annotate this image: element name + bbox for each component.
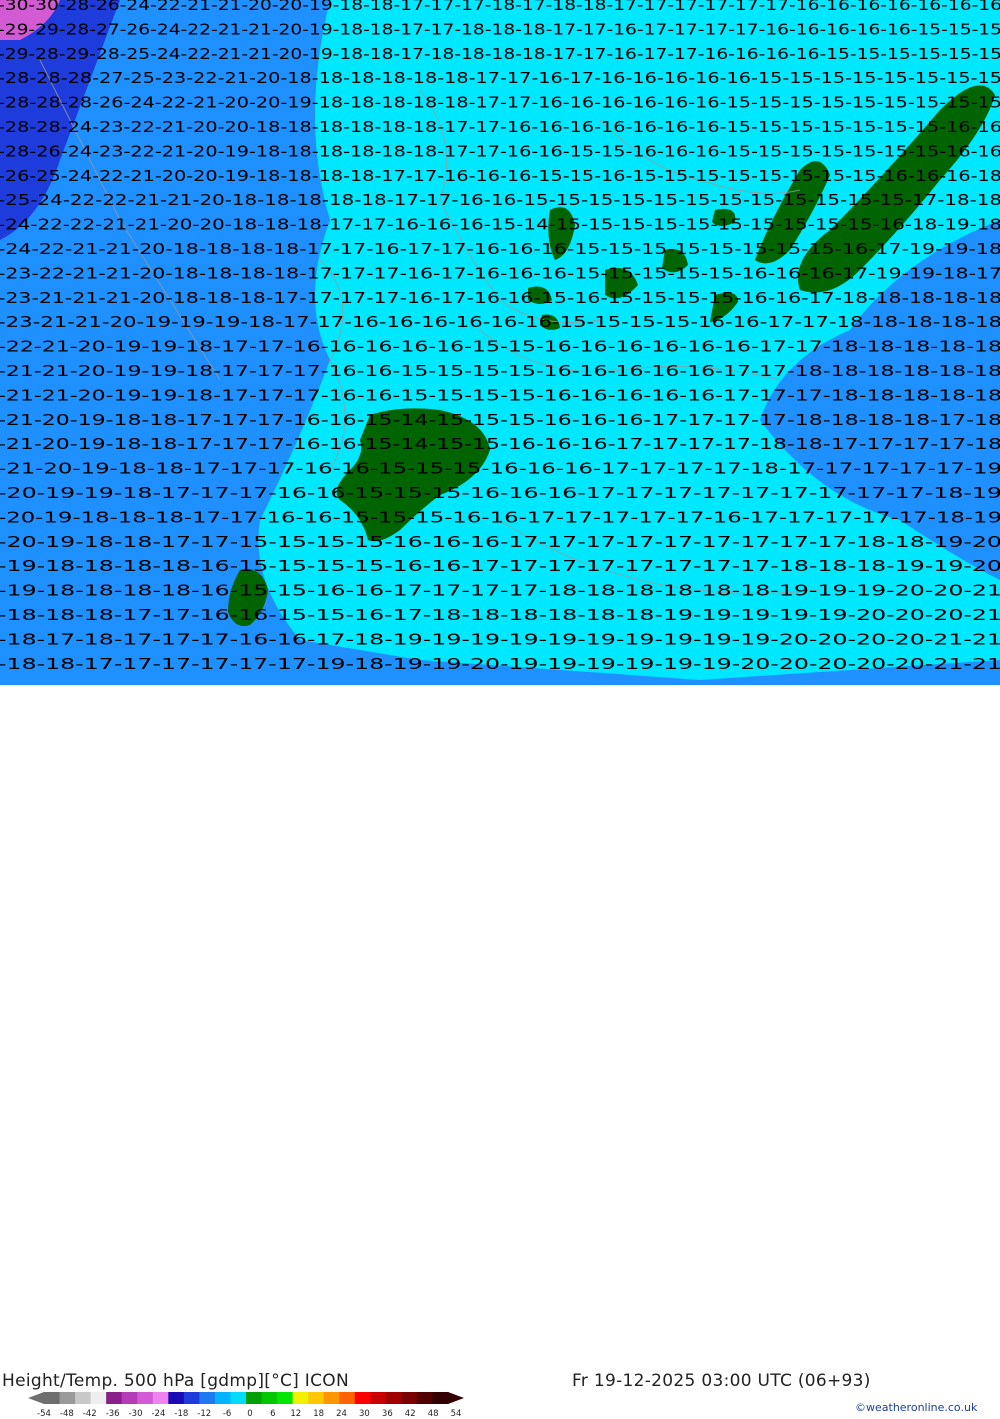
scale-label: -48 xyxy=(59,1409,74,1419)
contour-label-row: -24-22-21-21-20-18-18-18-18-17-17-16-17-… xyxy=(0,240,1000,258)
scale-swatch xyxy=(168,1392,185,1404)
scale-swatch xyxy=(152,1392,169,1404)
scale-swatch xyxy=(230,1392,247,1404)
scale-label: 42 xyxy=(404,1409,416,1419)
contour-label-row: -22-21-20-19-19-18-17-17-16-16-16-16-16-… xyxy=(0,338,1000,356)
scale-label: -30 xyxy=(128,1409,143,1419)
valid-time: Fr 19-12-2025 03:00 UTC (06+93) xyxy=(572,1371,871,1391)
contour-label-row: -23-22-21-21-20-18-18-18-18-17-17-17-16-… xyxy=(0,264,1000,282)
scale-swatch xyxy=(354,1392,371,1404)
contour-label-row: -21-20-19-18-18-17-17-17-16-16-15-14-15-… xyxy=(0,435,1000,453)
scale-label: -6 xyxy=(222,1409,232,1419)
scale-arrow-right xyxy=(448,1392,464,1404)
contour-label-row: -21-21-20-19-19-18-17-17-17-16-16-15-15-… xyxy=(0,362,1000,380)
scale-swatch xyxy=(292,1392,309,1404)
contour-label-row: -29-28-29-28-25-24-22-21-21-20-19-18-18-… xyxy=(0,45,1000,63)
scale-label: 48 xyxy=(427,1409,439,1419)
contour-label-row: -28-28-24-23-22-21-20-20-18-18-18-18-18-… xyxy=(0,118,1000,136)
scale-swatch xyxy=(106,1392,123,1404)
scale-label: 36 xyxy=(381,1409,393,1419)
scale-swatch xyxy=(339,1392,356,1404)
color-scale-bar xyxy=(28,1392,464,1404)
contour-label-row: -29-29-28-27-26-24-22-21-21-20-19-18-18-… xyxy=(0,20,1000,38)
contour-label-row: -23-21-21-21-20-18-18-18-17-17-17-17-16-… xyxy=(0,289,1000,307)
contour-label-row: -30-30-28-26-24-22-21-21-20-20-19-18-18-… xyxy=(0,0,1000,14)
contour-label-row: -19-18-18-18-18-16-15-15-16-16-17-17-17-… xyxy=(0,582,1000,600)
scale-label: 0 xyxy=(247,1409,253,1419)
scale-swatch xyxy=(44,1392,61,1404)
scale-swatch xyxy=(323,1392,340,1404)
scale-swatch xyxy=(432,1392,449,1404)
scale-label: -54 xyxy=(37,1409,51,1419)
credit-link[interactable]: ©weatheronline.co.uk xyxy=(855,1401,977,1414)
contour-label-row: -26-25-24-22-21-20-20-19-18-18-18-18-17-… xyxy=(0,167,1000,185)
contour-label-row: -20-19-18-18-17-17-15-15-15-15-16-16-16-… xyxy=(0,533,1000,551)
contour-label-row: -19-18-18-18-18-16-15-15-15-15-16-16-17-… xyxy=(0,557,1000,575)
scale-swatch xyxy=(214,1392,231,1404)
contour-label-row: -21-21-20-19-19-18-17-17-17-16-16-15-15-… xyxy=(0,386,1000,404)
scale-label: -42 xyxy=(82,1409,97,1419)
scale-label: -24 xyxy=(151,1409,166,1419)
scale-swatch xyxy=(75,1392,92,1404)
contour-label-row: -18-18-18-17-17-16-16-15-15-16-17-18-18-… xyxy=(0,606,1000,624)
scale-swatch xyxy=(199,1392,216,1404)
scale-swatch xyxy=(137,1392,154,1404)
contour-label-row: -20-19-19-18-17-17-17-16-16-15-15-15-16-… xyxy=(0,484,1000,502)
contour-label-row: -28-28-28-26-24-22-21-20-20-19-18-18-18-… xyxy=(0,94,1000,112)
scale-arrow-left xyxy=(28,1392,44,1404)
scale-label: -36 xyxy=(105,1409,120,1419)
contour-label-row: -28-26-24-23-22-21-20-19-18-18-18-18-18-… xyxy=(0,142,1000,160)
contour-label-row: -20-19-18-18-18-17-17-16-16-15-15-15-16-… xyxy=(0,508,1000,526)
contour-label-row: -21-20-19-18-18-17-17-17-16-16-15-15-15-… xyxy=(0,460,1000,478)
scale-swatch xyxy=(90,1392,107,1404)
scale-label: -12 xyxy=(197,1409,212,1419)
scale-label: 24 xyxy=(336,1409,347,1419)
scale-swatch xyxy=(246,1392,263,1404)
weather-map: -30-30-28-26-24-22-21-21-20-20-19-18-18-… xyxy=(0,0,1000,685)
scale-label: 54 xyxy=(450,1409,462,1419)
scale-label: 18 xyxy=(313,1409,325,1419)
scale-swatch xyxy=(308,1392,325,1404)
scale-swatch xyxy=(416,1392,433,1404)
contour-label-row: -24-22-22-21-21-20-20-18-18-18-17-17-16-… xyxy=(0,216,1000,234)
map-title: Height/Temp. 500 hPa [gdmp][°C] ICON xyxy=(2,1371,349,1391)
scale-swatch xyxy=(261,1392,278,1404)
scale-swatch xyxy=(401,1392,418,1404)
scale-label: 6 xyxy=(270,1409,276,1419)
contour-label-row: -21-20-19-18-18-17-17-17-16-16-15-14-15-… xyxy=(0,411,1000,429)
map-footer: Height/Temp. 500 hPa [gdmp][°C] ICON Fr … xyxy=(0,685,1000,1419)
scale-swatch xyxy=(277,1392,294,1404)
contour-label-row: -18-18-17-17-17-17-17-17-19-18-19-19-20-… xyxy=(0,655,1000,673)
contour-label-row: -18-17-18-17-17-17-16-16-17-18-19-19-19-… xyxy=(0,630,1000,648)
scale-swatch xyxy=(370,1392,387,1404)
scale-swatch xyxy=(183,1392,200,1404)
scale-label: -18 xyxy=(174,1409,189,1419)
scale-swatch xyxy=(59,1392,76,1404)
scale-swatch xyxy=(121,1392,138,1404)
contour-label-row: -25-24-22-22-21-21-20-18-18-18-18-18-17-… xyxy=(0,191,1000,209)
scale-swatch xyxy=(385,1392,402,1404)
scale-label: 12 xyxy=(290,1409,302,1419)
scale-label: 30 xyxy=(359,1409,370,1419)
contour-label-row: -28-28-28-27-25-23-22-21-20-18-18-18-18-… xyxy=(0,69,1000,87)
contour-label-row: -23-21-21-20-19-19-19-18-17-17-16-16-16-… xyxy=(0,313,1000,331)
